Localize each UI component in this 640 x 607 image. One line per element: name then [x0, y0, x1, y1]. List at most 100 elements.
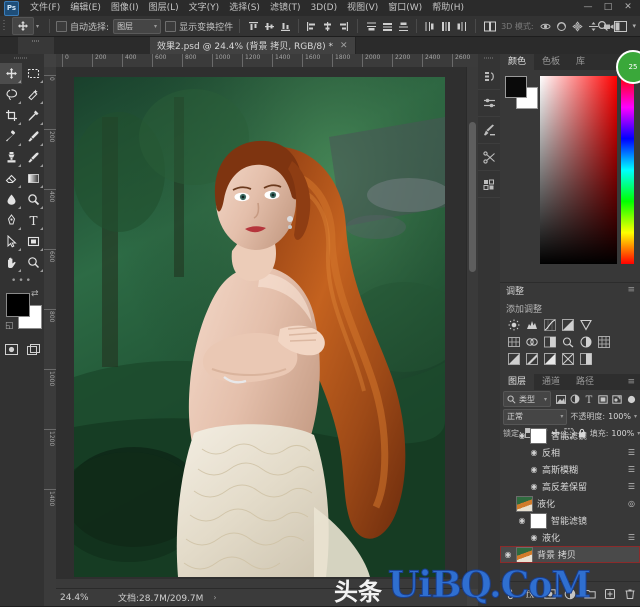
close-button[interactable]: ✕ [618, 0, 638, 16]
menu-3d[interactable]: 3D(D) [305, 0, 342, 16]
foreground-color-swatch[interactable] [6, 293, 30, 317]
layer-thumbnail[interactable] [516, 546, 533, 563]
tab-libraries[interactable]: 库 [568, 54, 593, 70]
zoom-level[interactable]: 24.4% [56, 593, 118, 603]
tool-history-brush[interactable] [22, 147, 44, 168]
menu-view[interactable]: 视图(V) [342, 0, 383, 16]
layer-visibility-icon[interactable]: ◉ [500, 482, 542, 491]
menu-edit[interactable]: 编辑(E) [65, 0, 106, 16]
menu-image[interactable]: 图像(I) [106, 0, 144, 16]
tab-paths[interactable]: 路径 [568, 374, 602, 390]
filter-pixel-icon[interactable] [555, 393, 567, 406]
image-canvas[interactable] [74, 77, 445, 577]
align-bottom-edges-icon[interactable] [278, 18, 293, 34]
layer-visibility-icon[interactable]: ◉ [500, 465, 542, 474]
layer-visibility-icon[interactable]: ◉ [500, 550, 516, 559]
levels-icon[interactable] [524, 318, 539, 332]
smart-object-badge-icon[interactable]: ◎ [628, 499, 640, 508]
actions-panel-icon[interactable] [478, 144, 500, 171]
layer-thumbnail[interactable] [516, 495, 533, 512]
menu-file[interactable]: 文件(F) [25, 0, 65, 16]
color-hue-strip[interactable] [621, 76, 634, 264]
tool-crop[interactable] [0, 105, 22, 126]
align-top-edges-icon[interactable] [246, 18, 261, 34]
properties-panel-icon[interactable] [478, 90, 500, 117]
tools-panel-grip[interactable] [0, 54, 44, 63]
adjustment-layer-icon[interactable] [564, 588, 577, 601]
color-picker-field[interactable] [540, 76, 617, 264]
default-colors-icon[interactable]: ◱ [5, 321, 14, 331]
history-panel-icon[interactable] [478, 63, 500, 90]
filter-shape-icon[interactable] [597, 393, 609, 406]
quick-mask-icon[interactable] [0, 339, 22, 360]
layer-visibility-icon[interactable]: ◉ [500, 533, 542, 542]
roll-3d-icon[interactable] [554, 18, 569, 34]
table-row[interactable]: ◉ 智能滤镜 [500, 512, 640, 529]
auto-align-icon[interactable] [482, 18, 497, 34]
opacity-chevron-icon[interactable]: ▾ [634, 413, 637, 420]
distribute-top-icon[interactable] [364, 18, 379, 34]
tool-horizontal-type[interactable]: T [22, 210, 44, 231]
channel-mixer-icon[interactable] [578, 335, 593, 349]
add-mask-icon[interactable] [544, 588, 557, 601]
status-expand-icon[interactable]: › [213, 593, 216, 602]
photo-filter-icon[interactable] [560, 335, 575, 349]
tab-color[interactable]: 颜色 [500, 54, 535, 70]
table-row[interactable]: 液化 ◎ [500, 495, 640, 512]
menu-filter[interactable]: 滤镜(T) [265, 0, 306, 16]
align-horizontal-centers-icon[interactable] [320, 18, 335, 34]
libraries-panel-icon[interactable] [478, 171, 500, 198]
threshold-icon[interactable] [542, 352, 557, 366]
vibrance-icon[interactable] [578, 318, 593, 332]
tool-brush[interactable] [22, 126, 44, 147]
tool-hand[interactable] [0, 252, 22, 273]
distribute-vertical-center-icon[interactable] [380, 18, 395, 34]
tab-channels[interactable]: 通道 [534, 374, 568, 390]
canvas-vertical-scrollbar[interactable] [466, 67, 478, 589]
auto-select-checkbox[interactable] [56, 20, 68, 32]
tool-spot-healing-brush[interactable] [0, 126, 22, 147]
auto-select-scope-dropdown[interactable]: 图层 ▾ [113, 18, 162, 34]
filter-options-icon[interactable]: ☰ [628, 482, 640, 491]
layer-visibility-icon[interactable]: ◉ [500, 431, 530, 440]
tool-blur[interactable] [0, 189, 22, 210]
table-row[interactable]: ◉ 反相 ☰ [500, 444, 640, 461]
tool-clone-stamp[interactable] [0, 147, 22, 168]
tab-swatches[interactable]: 色板 [534, 54, 568, 70]
options-bar-grip[interactable] [0, 16, 8, 36]
table-row[interactable]: ◉ 液化 ☰ [500, 529, 640, 546]
tool-preset-chevron-icon[interactable]: ▾ [36, 23, 39, 30]
document-canvas[interactable] [56, 67, 467, 589]
black-white-icon[interactable] [542, 335, 557, 349]
tool-lasso[interactable] [0, 84, 22, 105]
pan-3d-icon[interactable] [570, 18, 585, 34]
filter-adjustment-icon[interactable] [569, 393, 581, 406]
tool-rectangular-marquee[interactable] [22, 63, 44, 84]
tab-bar-grip[interactable] [18, 37, 54, 54]
align-right-edges-icon[interactable] [336, 18, 351, 34]
menu-layer[interactable]: 图层(L) [144, 0, 184, 16]
tool-quick-selection[interactable] [22, 84, 44, 105]
tool-pen[interactable] [0, 210, 22, 231]
move-tool-icon[interactable] [12, 17, 34, 35]
align-left-edges-icon[interactable] [304, 18, 319, 34]
layer-visibility-icon[interactable]: ◉ [500, 448, 542, 457]
tool-dodge[interactable] [22, 189, 44, 210]
filter-options-icon[interactable]: ☰ [628, 465, 640, 474]
selective-color-icon[interactable] [578, 352, 593, 366]
new-group-icon[interactable] [584, 588, 597, 601]
tab-adjustments[interactable]: 调整 [500, 284, 524, 297]
filter-toggle-icon[interactable] [625, 393, 637, 406]
layer-style-icon[interactable]: fx [524, 588, 537, 601]
panel-menu-icon[interactable]: ≡ [627, 374, 640, 390]
filter-options-icon[interactable]: ☰ [628, 533, 640, 542]
chevron-down-icon[interactable]: ▾ [632, 22, 636, 30]
distribute-left-icon[interactable] [422, 18, 437, 34]
exposure-icon[interactable] [560, 318, 575, 332]
delete-layer-icon[interactable] [624, 588, 637, 601]
filter-type-icon[interactable]: T [583, 393, 595, 406]
minimize-button[interactable]: — [578, 0, 598, 16]
invert-icon[interactable] [506, 352, 521, 366]
color-balance-icon[interactable] [524, 335, 539, 349]
edit-toolbar-button[interactable]: ••• [0, 273, 44, 288]
